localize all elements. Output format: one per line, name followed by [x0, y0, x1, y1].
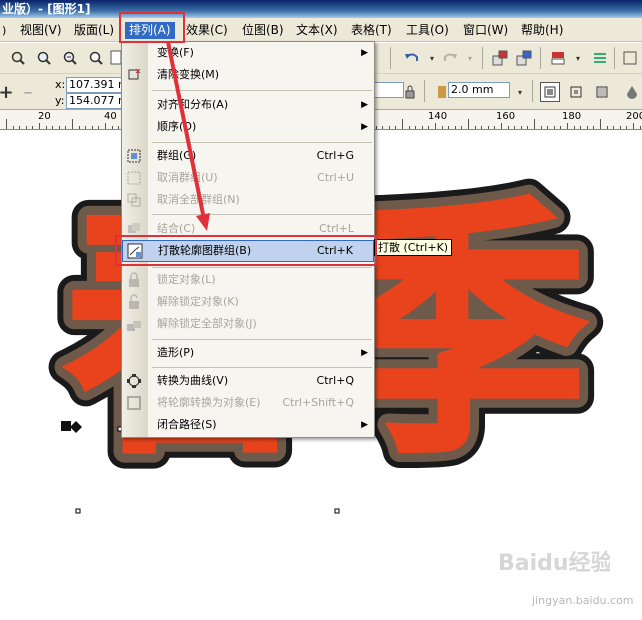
annotation-arrow-icon: [166, 41, 210, 231]
